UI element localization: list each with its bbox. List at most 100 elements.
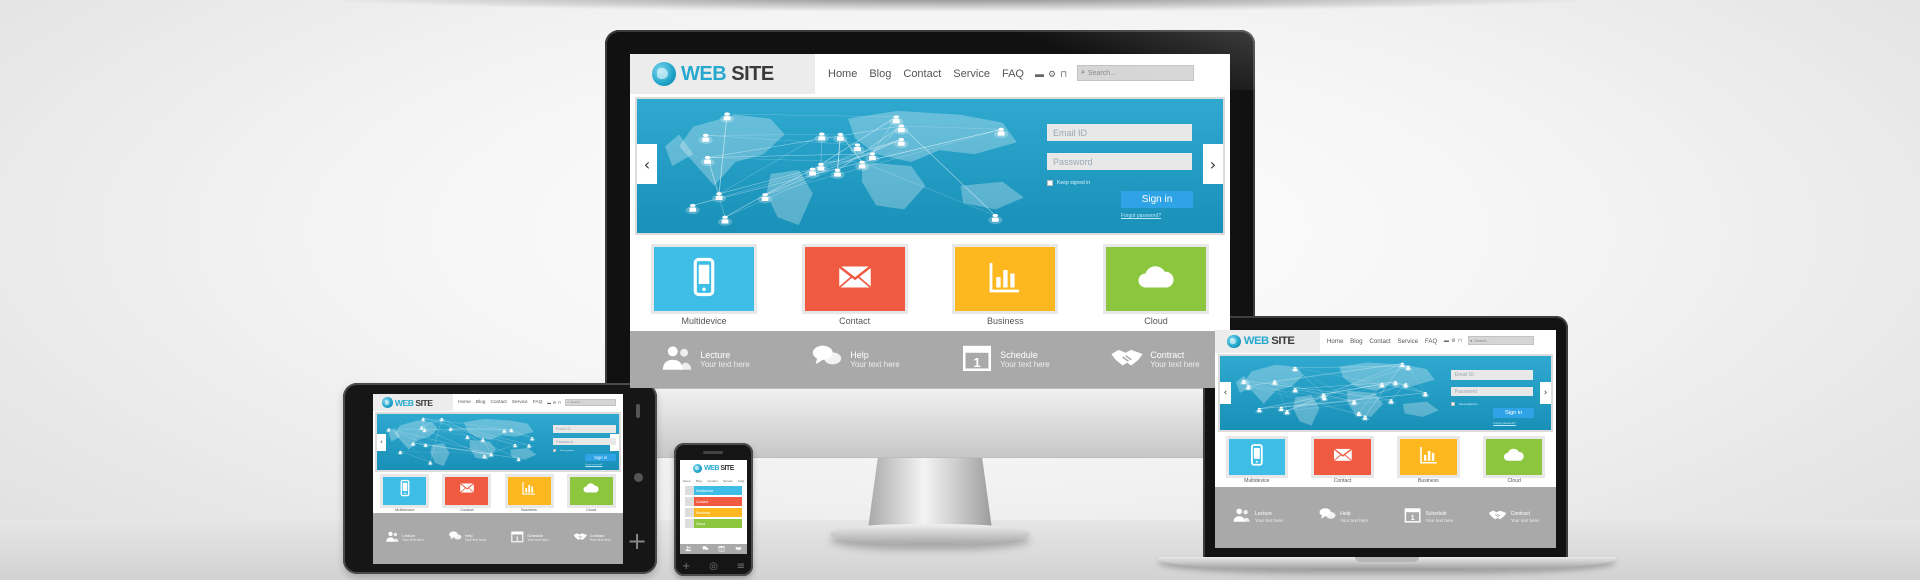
phone-nav-service[interactable]: Service xyxy=(723,479,733,483)
search-input[interactable]: ⌕ Search... xyxy=(1077,65,1194,81)
nav-blog[interactable]: Blog xyxy=(476,400,485,405)
phone-nav-faq[interactable]: FAQ xyxy=(738,479,744,483)
chat-icon[interactable]: ▬ xyxy=(1444,338,1449,344)
tile-business-box[interactable] xyxy=(507,476,551,505)
bar-item-contract[interactable]: Contract Your text here xyxy=(573,529,611,549)
phone-menu-icon[interactable]: ≡ xyxy=(737,561,745,572)
bar-item-contract[interactable]: Contract Your text here xyxy=(1110,340,1200,379)
forgot-password-link[interactable]: Forgot password? xyxy=(1121,213,1161,219)
forgot-password-link[interactable]: Forgot password? xyxy=(1493,421,1516,425)
chat-icon[interactable]: ▬ xyxy=(1035,69,1044,79)
nav-faq[interactable]: FAQ xyxy=(1002,68,1024,80)
bar-item-schedule[interactable]: 1 Schedule Your text here xyxy=(960,340,1050,379)
logo-area[interactable]: WEB SITE xyxy=(630,54,815,94)
nav-service[interactable]: Service xyxy=(1398,338,1419,345)
sign-in-button[interactable]: Sign in xyxy=(1121,191,1193,208)
nav-blog[interactable]: Blog xyxy=(1350,338,1362,345)
tile-contact[interactable]: Contact xyxy=(1314,439,1371,484)
bar-item-lecture[interactable]: Lecture Your text here xyxy=(385,529,423,549)
carousel-prev-button[interactable]: ‹ xyxy=(637,144,657,184)
phone-home-icon[interactable]: ◎ xyxy=(709,561,718,572)
tile-business-box[interactable] xyxy=(955,247,1056,311)
password-field[interactable]: Password xyxy=(1451,386,1534,397)
tablet-home-plus-icon[interactable]: + xyxy=(627,527,647,555)
tile-business-box[interactable] xyxy=(1400,439,1457,476)
forgot-password-link[interactable]: Forgot password? xyxy=(585,464,602,466)
keep-signed-in[interactable]: Keep signed in xyxy=(553,449,574,452)
logo-area[interactable]: WEB SITE xyxy=(373,394,453,412)
carousel-next-button[interactable]: › xyxy=(1539,381,1552,405)
keep-signed-in[interactable]: Keep signed in xyxy=(1047,180,1090,186)
keep-signed-in[interactable]: Keep signed in xyxy=(1451,402,1477,406)
password-field[interactable]: Password xyxy=(553,437,616,445)
phone-speech-bubbles-icon[interactable] xyxy=(702,545,709,553)
bar-item-help[interactable]: Help Your text here xyxy=(448,529,486,549)
email-field[interactable]: Email ID xyxy=(1047,124,1192,141)
tile-contact-box[interactable] xyxy=(1314,439,1371,476)
phone-row-business[interactable]: Business xyxy=(685,508,742,517)
tile-cloud-box[interactable] xyxy=(1105,247,1206,311)
tile-cloud[interactable]: Cloud xyxy=(569,476,613,512)
tile-contact-box[interactable] xyxy=(804,247,905,311)
carousel-prev-button[interactable]: ‹ xyxy=(1219,381,1232,405)
bar-item-schedule[interactable]: 1 Schedule Your text here xyxy=(510,529,548,549)
nav-contact[interactable]: Contact xyxy=(1369,338,1390,345)
nav-home[interactable]: Home xyxy=(1327,338,1344,345)
tile-multidevice-box[interactable] xyxy=(1228,439,1286,476)
site-logo[interactable]: WEB SITE xyxy=(395,398,433,408)
phone-calendar-icon[interactable]: 1 xyxy=(718,545,725,553)
bar-item-help[interactable]: Help Your text here xyxy=(810,340,900,379)
keep-signed-in-checkbox[interactable] xyxy=(1047,180,1053,186)
site-logo[interactable]: WEB SITE xyxy=(1244,335,1295,347)
lock-icon[interactable]: ⊓ xyxy=(1060,69,1067,80)
email-field[interactable]: Email ID xyxy=(553,425,616,433)
nav-faq[interactable]: FAQ xyxy=(1425,338,1437,345)
tile-contact[interactable]: Contact xyxy=(804,247,905,326)
tile-cloud[interactable]: Cloud xyxy=(1105,247,1206,326)
tile-business[interactable]: Business xyxy=(955,247,1056,326)
bar-item-contract[interactable]: Contract Your text here xyxy=(1488,505,1539,529)
tile-business[interactable]: Business xyxy=(507,476,551,512)
carousel-prev-button[interactable]: ‹ xyxy=(377,433,386,452)
nav-home[interactable]: Home xyxy=(828,68,857,80)
tile-multidevice-box[interactable] xyxy=(654,247,754,311)
bar-item-help[interactable]: Help Your text here xyxy=(1318,505,1368,529)
keep-signed-in-checkbox[interactable] xyxy=(553,449,557,452)
tile-contact-box[interactable] xyxy=(445,476,489,505)
nav-service[interactable]: Service xyxy=(512,400,528,405)
search-input[interactable]: ⌕ Search... xyxy=(1467,336,1534,346)
phone-nav-blog[interactable]: Blog xyxy=(696,479,702,483)
password-field[interactable]: Password xyxy=(1047,153,1192,170)
tile-multidevice[interactable]: Multidevice xyxy=(654,247,754,326)
email-field[interactable]: Email ID xyxy=(1451,370,1534,380)
bar-item-lecture[interactable]: Lecture Your text here xyxy=(1232,505,1283,529)
logo-area[interactable]: WEB SITE xyxy=(1215,330,1320,353)
bar-item-schedule[interactable]: 1 Schedule Your text here xyxy=(1403,505,1453,529)
nav-contact[interactable]: Contact xyxy=(490,400,506,405)
tile-multidevice-box[interactable] xyxy=(383,476,427,505)
sign-in-button[interactable]: Sign in xyxy=(585,454,617,462)
lock-icon[interactable]: ⊓ xyxy=(558,400,561,405)
phone-people-icon[interactable] xyxy=(685,545,692,553)
phone-nav-home[interactable]: Home xyxy=(683,479,691,483)
search-input[interactable]: ⌕ Search... xyxy=(565,398,616,406)
carousel-next-button[interactable]: › xyxy=(1203,144,1223,184)
lock-icon[interactable]: ⊓ xyxy=(1458,338,1462,344)
tile-multidevice[interactable]: Multidevice xyxy=(383,476,427,512)
phone-nav-contact[interactable]: Contact xyxy=(707,479,717,483)
nav-service[interactable]: Service xyxy=(953,68,990,80)
gear-icon[interactable]: ⚙ xyxy=(553,400,556,405)
tile-contact[interactable]: Contact xyxy=(445,476,489,512)
nav-faq[interactable]: FAQ xyxy=(533,400,542,405)
sign-in-button[interactable]: Sign in xyxy=(1493,408,1534,418)
nav-contact[interactable]: Contact xyxy=(903,68,941,80)
phone-logo[interactable]: WEB SITE xyxy=(704,465,734,472)
site-logo[interactable]: WEB SITE xyxy=(681,63,774,86)
phone-add-icon[interactable]: + xyxy=(682,561,690,572)
keep-signed-in-checkbox[interactable] xyxy=(1451,402,1455,406)
gear-icon[interactable]: ⚙ xyxy=(1451,338,1456,344)
tile-cloud-box[interactable] xyxy=(1485,439,1543,476)
nav-home[interactable]: Home xyxy=(458,400,471,405)
phone-row-multidevice[interactable]: Multidevice xyxy=(685,486,742,495)
phone-handshake-icon[interactable] xyxy=(735,545,742,553)
